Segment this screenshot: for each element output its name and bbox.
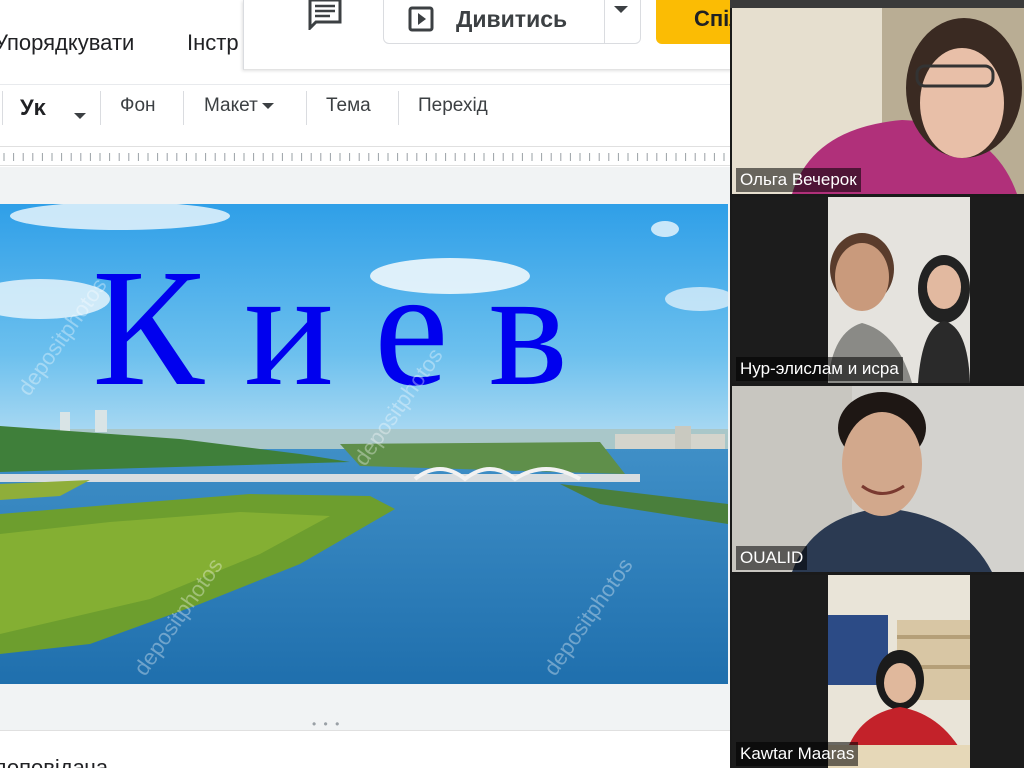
toolbar-divider: [306, 91, 307, 125]
participant-name: Ольга Вечерок: [736, 168, 861, 192]
background-button[interactable]: Фон: [120, 95, 156, 117]
theme-button[interactable]: Тема: [326, 95, 371, 117]
horizontal-ruler[interactable]: [0, 146, 730, 166]
participant-tile[interactable]: Нур-элислам и исра: [732, 197, 1024, 383]
layout-button[interactable]: Макет: [204, 95, 274, 117]
present-main[interactable]: Дивитись: [384, 0, 604, 43]
layout-label: Макет: [204, 95, 258, 116]
video-feed: [732, 386, 1024, 572]
toolbar-divider: [2, 91, 3, 125]
participant-name: Нур-элислам и исра: [736, 357, 903, 381]
speaker-notes[interactable]: доповідача: [0, 730, 730, 768]
video-feed: [732, 8, 1024, 194]
menu-arrange[interactable]: Упорядкувати: [0, 30, 134, 56]
transition-button[interactable]: Перехід: [418, 95, 488, 117]
notes-resize-handle[interactable]: • • •: [312, 717, 341, 731]
participant-name: Kawtar Maaras: [736, 742, 859, 766]
video-feed: [732, 575, 1024, 768]
comment-icon: [308, 0, 342, 32]
participant-name: OUALID: [736, 546, 808, 570]
format-options-button[interactable]: Уκ: [20, 95, 46, 121]
header-actions: Дивитись Спільний доступ: [243, 0, 776, 70]
present-label: Дивитись: [456, 5, 568, 32]
play-icon: [408, 6, 434, 32]
toolbar-divider: [183, 91, 184, 125]
participant-tile[interactable]: Kawtar Maaras: [732, 575, 1024, 768]
video-call-panel: Ольга Вечерок Нур-элислам и исра OUALID: [730, 0, 1024, 768]
slide-title[interactable]: Киев: [0, 244, 700, 412]
speaker-notes-label: доповідача: [0, 755, 109, 768]
chevron-down-icon: [261, 102, 274, 109]
present-divider: [604, 0, 605, 43]
chevron-down-icon[interactable]: [614, 6, 628, 13]
toolbar-divider: [398, 91, 399, 125]
slide[interactable]: Киев depositphotos depositphotos deposit…: [0, 204, 728, 684]
toolbar-divider: [100, 91, 101, 125]
comment-history-button[interactable]: [306, 0, 346, 32]
menu-tools[interactable]: Інстр: [187, 30, 239, 56]
present-button[interactable]: Дивитись: [383, 0, 641, 44]
toolbar: Уκ Фон Макет Тема Перехід: [0, 84, 730, 130]
chevron-down-icon[interactable]: [70, 105, 86, 127]
participant-tile-active-speaker[interactable]: OUALID: [732, 386, 1024, 572]
video-feed: [732, 197, 1024, 383]
ruler-ticks: [3, 153, 725, 161]
participant-tile[interactable]: Ольга Вечерок: [732, 8, 1024, 194]
